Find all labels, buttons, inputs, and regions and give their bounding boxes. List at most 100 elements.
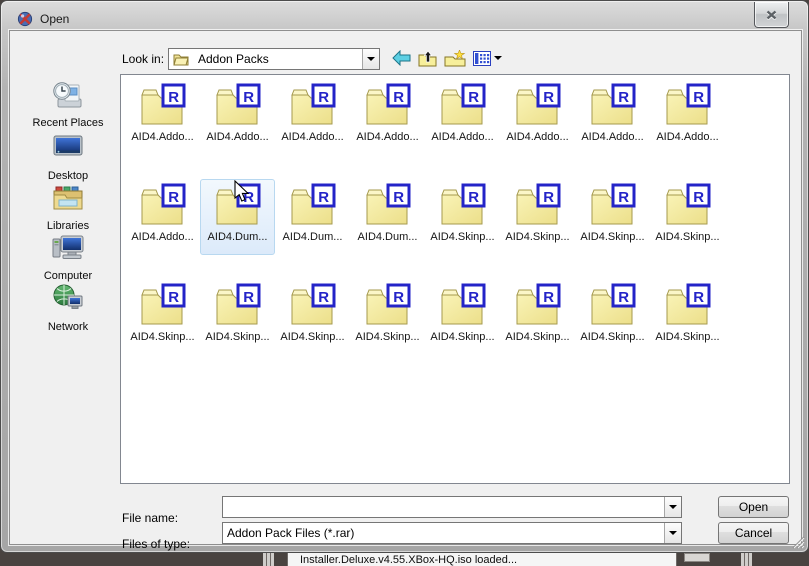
look-in-label: Look in: [122, 52, 164, 66]
file-name-dropdown-button[interactable] [664, 497, 681, 517]
file-item[interactable]: AID4.Addo... [425, 79, 500, 155]
look-in-value: Addon Packs [194, 52, 362, 66]
rar-archive-icon [290, 83, 336, 127]
file-item-label: AID4.Skinp... [205, 331, 269, 343]
sidebar-item-desktop[interactable]: Desktop [16, 131, 120, 182]
file-item[interactable]: AID4.Addo... [125, 179, 200, 255]
file-item[interactable]: AID4.Skinp... [500, 279, 575, 355]
look-in-dropdown-button[interactable] [362, 49, 379, 69]
titlebar[interactable]: Open [1, 1, 808, 30]
file-item[interactable]: AID4.Addo... [350, 79, 425, 155]
sidebar-item-label: Computer [16, 270, 120, 282]
create-new-folder-button[interactable] [444, 50, 466, 67]
file-item[interactable]: AID4.Dum... [350, 179, 425, 255]
sidebar-item-network[interactable]: Network [16, 282, 120, 333]
file-item-label: AID4.Skinp... [430, 331, 494, 343]
file-item[interactable]: AID4.Skinp... [575, 179, 650, 255]
rar-archive-icon [590, 283, 636, 327]
rar-archive-icon [140, 83, 186, 127]
file-item[interactable]: AID4.Addo... [575, 79, 650, 155]
file-item-label: AID4.Skinp... [430, 231, 494, 243]
file-item[interactable]: AID4.Skinp... [650, 179, 725, 255]
rar-archive-icon [215, 283, 261, 327]
background-status-field[interactable]: Installer.Deluxe.v4.55.XBox-HQ.iso loade… [287, 551, 677, 566]
sidebar-item-label: Recent Places [16, 117, 120, 129]
rar-archive-icon [365, 283, 411, 327]
rar-archive-icon [665, 83, 711, 127]
file-item[interactable]: AID4.Skinp... [425, 279, 500, 355]
rar-archive-icon [365, 83, 411, 127]
file-item-label: AID4.Addo... [131, 131, 193, 143]
file-item-label: AID4.Addo... [356, 131, 418, 143]
file-item-label: AID4.Skinp... [505, 331, 569, 343]
chevron-down-icon [367, 57, 375, 61]
close-button[interactable] [754, 2, 789, 28]
mouse-cursor-icon [233, 180, 250, 204]
file-name-input[interactable] [223, 497, 664, 517]
file-item-label: AID4.Addo... [281, 131, 343, 143]
rar-archive-icon [590, 183, 636, 227]
file-item[interactable]: AID4.Addo... [500, 79, 575, 155]
file-item[interactable]: AID4.Dum... [275, 179, 350, 255]
create-new-folder-icon [444, 50, 466, 67]
file-item[interactable]: AID4.Addo... [125, 79, 200, 155]
rar-archive-icon [665, 183, 711, 227]
file-item-label: AID4.Skinp... [130, 331, 194, 343]
sidebar-item-libraries[interactable]: Libraries [16, 181, 120, 232]
rar-archive-icon [440, 183, 486, 227]
file-item-label: AID4.Skinp... [580, 231, 644, 243]
chevron-down-icon [669, 531, 677, 535]
files-of-type-dropdown-button[interactable] [664, 523, 681, 543]
view-menu-button[interactable] [473, 51, 502, 66]
back-icon [392, 50, 411, 66]
file-item-label: AID4.Dum... [283, 231, 343, 243]
file-grid: AID4.Addo... AID4.Addo... AID4.Addo... A… [125, 79, 725, 379]
computer-icon [51, 231, 85, 265]
file-name-combobox [222, 496, 682, 518]
rar-archive-icon [215, 83, 261, 127]
libraries-icon [51, 181, 85, 215]
file-item-label: AID4.Skinp... [280, 331, 344, 343]
file-item[interactable]: AID4.Skinp... [200, 279, 275, 355]
view-menu-icon [473, 51, 491, 66]
rar-archive-icon [440, 83, 486, 127]
rar-archive-icon [515, 183, 561, 227]
sidebar-item-recent-places[interactable]: Recent Places [16, 78, 120, 129]
chevron-down-icon [669, 505, 677, 509]
rar-archive-icon [140, 183, 186, 227]
look-in-combobox[interactable]: Addon Packs [168, 48, 380, 70]
file-item[interactable]: AID4.Addo... [200, 79, 275, 155]
up-one-level-button[interactable] [418, 50, 437, 67]
sidebar-item-label: Network [16, 321, 120, 333]
network-icon [51, 282, 85, 316]
file-item[interactable]: AID4.Skinp... [650, 279, 725, 355]
file-item[interactable]: AID4.Skinp... [425, 179, 500, 255]
file-item-label: AID4.Addo... [431, 131, 493, 143]
files-of-type-combobox[interactable]: Addon Pack Files (*.rar) [222, 522, 682, 544]
background-grip-bars [263, 552, 274, 566]
close-icon [766, 10, 777, 20]
resize-grip[interactable] [791, 535, 805, 549]
file-item[interactable]: AID4.Skinp... [350, 279, 425, 355]
file-item[interactable]: AID4.Skinp... [275, 279, 350, 355]
file-item-label: AID4.Skinp... [580, 331, 644, 343]
back-button[interactable] [392, 50, 411, 66]
file-item[interactable]: AID4.Skinp... [500, 179, 575, 255]
file-item-label: AID4.Addo... [131, 231, 193, 243]
app-window-icon [17, 11, 33, 27]
rar-archive-icon [290, 283, 336, 327]
cancel-button[interactable]: Cancel [718, 522, 789, 544]
file-item[interactable]: AID4.Addo... [650, 79, 725, 155]
open-button[interactable]: Open [718, 496, 789, 518]
chevron-down-icon [494, 56, 502, 60]
rar-archive-icon [515, 283, 561, 327]
file-item[interactable]: AID4.Skinp... [575, 279, 650, 355]
file-item[interactable]: AID4.Skinp... [125, 279, 200, 355]
rar-archive-icon [365, 183, 411, 227]
file-item-label: AID4.Addo... [506, 131, 568, 143]
file-item[interactable]: AID4.Addo... [275, 79, 350, 155]
open-dialog-window: Open Look in: Addon Packs [0, 0, 809, 553]
sidebar-item-computer[interactable]: Computer [16, 231, 120, 282]
dialog-client-area: Look in: Addon Packs [9, 30, 802, 545]
file-item-label: AID4.Skinp... [505, 231, 569, 243]
